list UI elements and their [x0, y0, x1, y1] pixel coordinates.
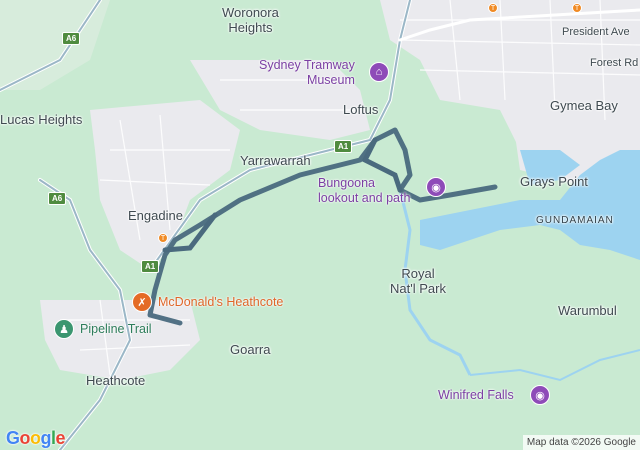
place-lucas-heights: Lucas Heights: [0, 112, 83, 127]
museum-icon[interactable]: ⌂: [369, 62, 389, 82]
road-shield-a1: A1: [141, 260, 160, 273]
place-engadine: Engadine: [128, 208, 183, 223]
road-shield-a6: A6: [48, 192, 67, 205]
google-logo: Google: [6, 428, 66, 448]
hiker-icon[interactable]: ♟: [54, 319, 74, 339]
poi-mcdonalds-heathcote[interactable]: McDonald's Heathcote: [158, 295, 283, 310]
place-heathcote: Heathcote: [86, 373, 146, 388]
map-canvas[interactable]: Woronora Heights Lucas Heights Loftus Gy…: [0, 0, 640, 450]
restaurant-icon[interactable]: ✗: [132, 292, 152, 312]
map-attribution[interactable]: Map data ©2026 Google: [522, 435, 640, 450]
road-shield-a6: A6: [62, 32, 81, 45]
street-forest-rd: Forest Rd: [590, 57, 639, 69]
station-dot-icon[interactable]: T: [488, 3, 498, 13]
place-woronora-heights: Woronora Heights: [222, 5, 279, 35]
place-gymea-bay: Gymea Bay: [550, 98, 618, 113]
place-royal-natl-park: Royal Nat'l Park: [390, 266, 446, 296]
place-loftus: Loftus: [343, 102, 379, 117]
poi-bungoona-lookout[interactable]: Bungoona lookout and path: [318, 176, 410, 206]
place-yarrawarrah: Yarrawarrah: [240, 153, 311, 168]
camera-icon[interactable]: ◉: [426, 177, 446, 197]
place-grays-point: Grays Point: [520, 174, 588, 189]
place-goarra: Goarra: [230, 342, 271, 357]
station-dot-icon[interactable]: T: [158, 233, 168, 243]
place-warumbul: Warumbul: [558, 303, 617, 318]
poi-winifred-falls[interactable]: Winifred Falls: [438, 388, 514, 403]
road-shield-a1: A1: [334, 140, 353, 153]
station-dot-icon[interactable]: T: [572, 3, 582, 13]
place-gundamaian: GUNDAMAIAN: [536, 215, 614, 226]
poi-pipeline-trail[interactable]: Pipeline Trail: [80, 322, 152, 337]
street-president-ave: President Ave: [562, 26, 630, 38]
poi-sydney-tramway-museum[interactable]: Sydney Tramway Museum: [259, 58, 355, 88]
camera-icon[interactable]: ◉: [530, 385, 550, 405]
